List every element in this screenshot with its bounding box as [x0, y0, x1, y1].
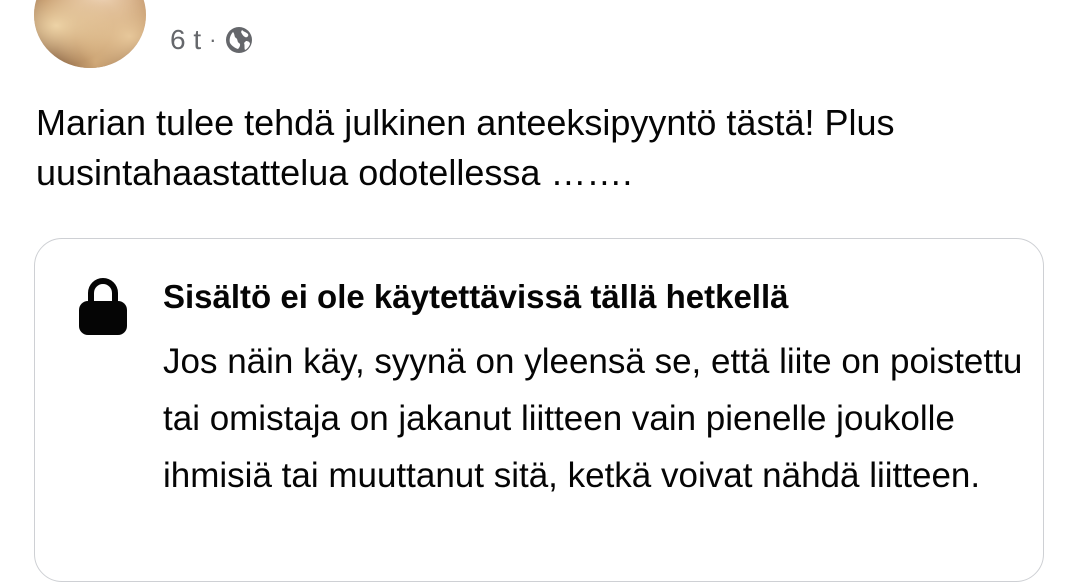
globe-icon[interactable] — [224, 25, 254, 55]
post: 6 t · Marian tulee tehdä julkinen anteek… — [0, 0, 1079, 588]
attachment-message: Jos näin käy, syynä on yleensä se, että … — [163, 342, 1023, 495]
lock-icon — [75, 275, 131, 337]
meta-separator: · — [209, 27, 217, 52]
post-text: Marian tulee tehdä julkinen anteeksipyyn… — [36, 102, 895, 193]
avatar-image — [34, 0, 146, 68]
post-timestamp[interactable]: 6 t — [170, 24, 201, 56]
post-meta: 6 t · — [170, 22, 254, 58]
avatar[interactable] — [34, 0, 146, 68]
unavailable-attachment-card[interactable]: Sisältö ei ole käytettävissä tällä hetke… — [34, 238, 1044, 582]
attachment-title: Sisältö ei ole käytettävissä tällä hetke… — [163, 278, 789, 315]
